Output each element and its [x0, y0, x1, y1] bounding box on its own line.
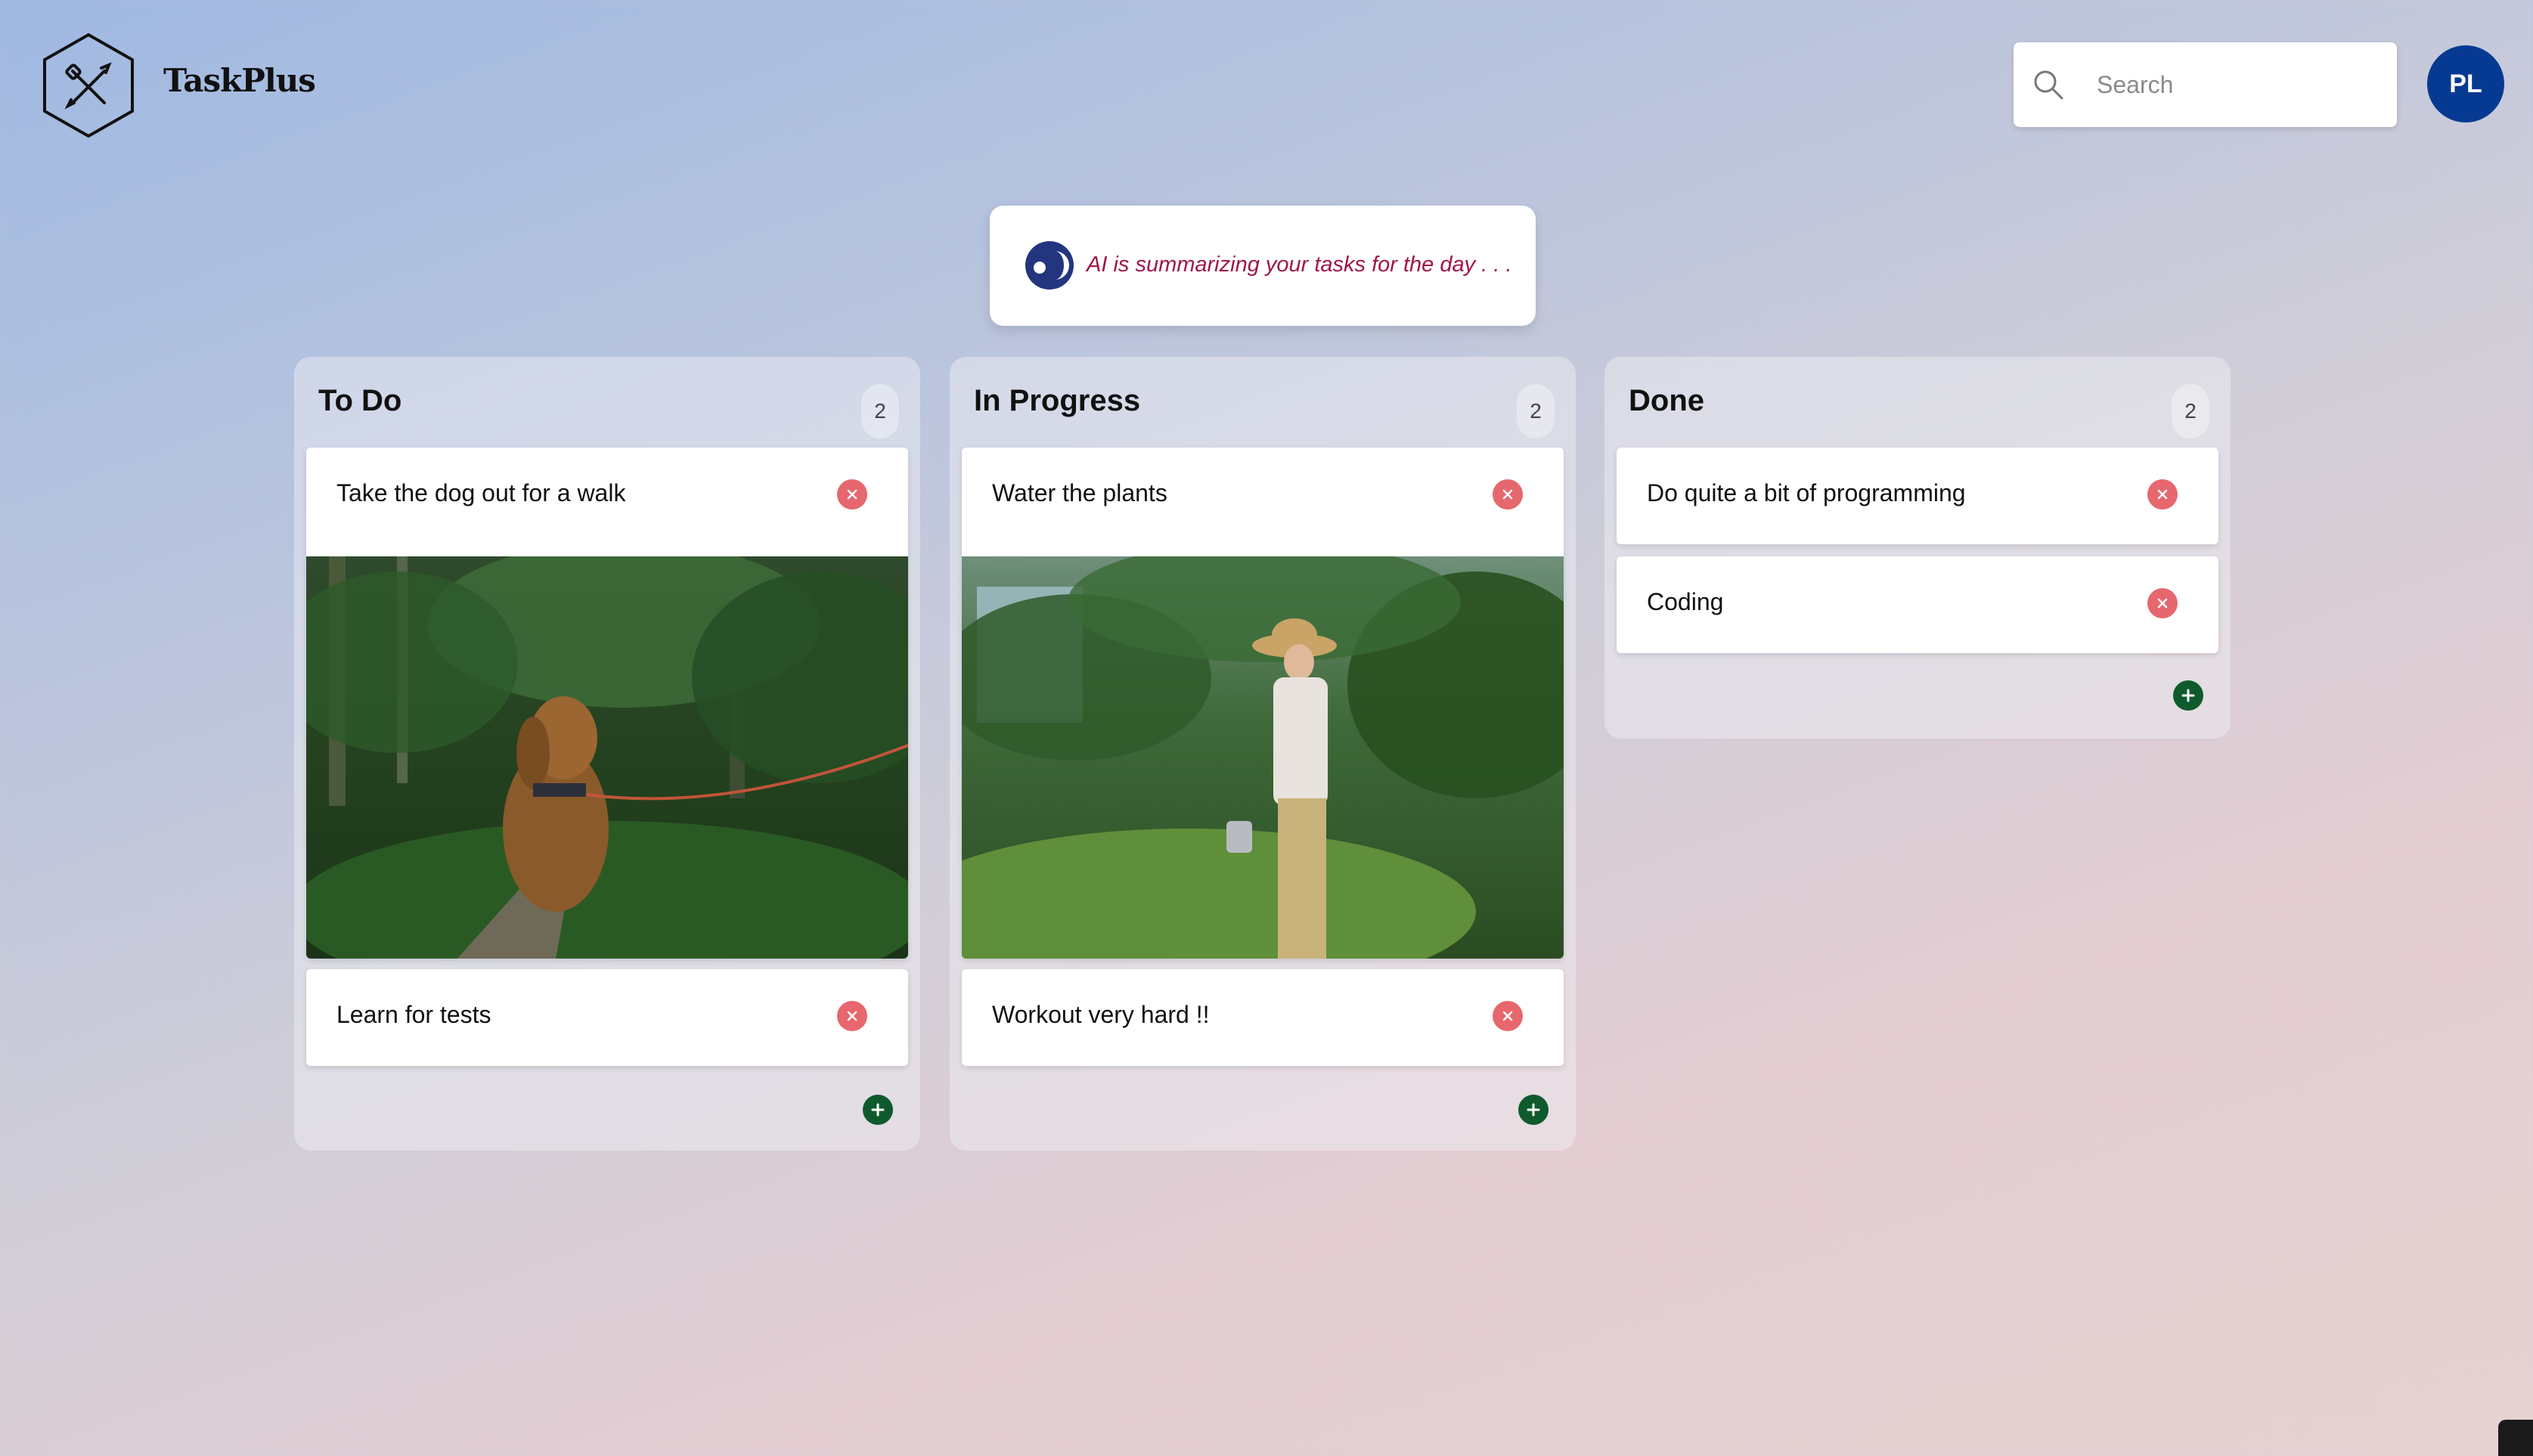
task-card[interactable]: Do quite a bit of programming — [1617, 448, 2218, 544]
plus-icon — [871, 1103, 885, 1117]
task-card[interactable]: Workout very hard !! — [962, 969, 1564, 1066]
delete-task-button[interactable] — [2147, 479, 2178, 510]
search-icon — [2034, 70, 2063, 100]
ai-summary-text: AI is summarizing your tasks for the day… — [1087, 252, 1512, 277]
search-box[interactable] — [2014, 42, 2397, 127]
task-card[interactable]: Water the plants — [962, 448, 1564, 959]
woman-watering-plants-image — [962, 556, 1564, 959]
close-icon — [2157, 489, 2168, 500]
column-todo: To Do 2 Take the dog out for a walk Lear… — [294, 357, 920, 1151]
delete-task-button[interactable] — [1493, 479, 1523, 510]
task-title: Water the plants — [992, 479, 1167, 507]
column-count-badge: 2 — [861, 384, 899, 438]
add-task-button[interactable] — [863, 1095, 893, 1125]
plus-icon — [2181, 689, 2195, 702]
plus-icon — [1527, 1103, 1540, 1117]
column-in-progress: In Progress 2 Water the plants Workout v… — [950, 357, 1576, 1151]
task-card[interactable]: Coding — [1617, 556, 2218, 653]
task-card[interactable]: Learn for tests — [306, 969, 908, 1066]
dog-in-forest-image — [306, 556, 908, 959]
column-done: Done 2 Do quite a bit of programming Cod… — [1604, 357, 2231, 739]
column-title: To Do — [318, 384, 402, 417]
corner-widget[interactable] — [2498, 1420, 2533, 1456]
task-title: Workout very hard !! — [992, 1001, 1210, 1028]
delete-task-button[interactable] — [2147, 588, 2178, 618]
task-card[interactable]: Take the dog out for a walk — [306, 448, 908, 959]
ai-summary-banner: AI is summarizing your tasks for the day… — [990, 206, 1536, 326]
column-count-badge: 2 — [2172, 384, 2209, 438]
close-icon — [2157, 598, 2168, 609]
add-task-button[interactable] — [2173, 680, 2203, 711]
column-title: In Progress — [974, 384, 1141, 417]
column-count-badge: 2 — [1517, 384, 1555, 438]
close-icon — [1502, 1011, 1513, 1021]
delete-task-button[interactable] — [1493, 1001, 1523, 1031]
close-icon — [1502, 489, 1513, 500]
avatar[interactable]: PL — [2427, 45, 2504, 122]
task-title: Do quite a bit of programming — [1647, 479, 1966, 507]
delete-task-button[interactable] — [837, 1001, 867, 1031]
logo-icon — [43, 33, 134, 138]
ai-assistant-icon — [1025, 241, 1074, 290]
close-icon — [847, 1011, 857, 1021]
delete-task-button[interactable] — [837, 479, 867, 510]
column-title: Done — [1629, 384, 1704, 417]
add-task-button[interactable] — [1518, 1095, 1549, 1125]
task-title: Take the dog out for a walk — [336, 479, 626, 507]
app-title: TaskPlus — [163, 62, 316, 99]
close-icon — [847, 489, 857, 500]
task-title: Learn for tests — [336, 1001, 491, 1028]
search-input[interactable] — [2097, 62, 2369, 107]
task-title: Coding — [1647, 588, 1724, 615]
